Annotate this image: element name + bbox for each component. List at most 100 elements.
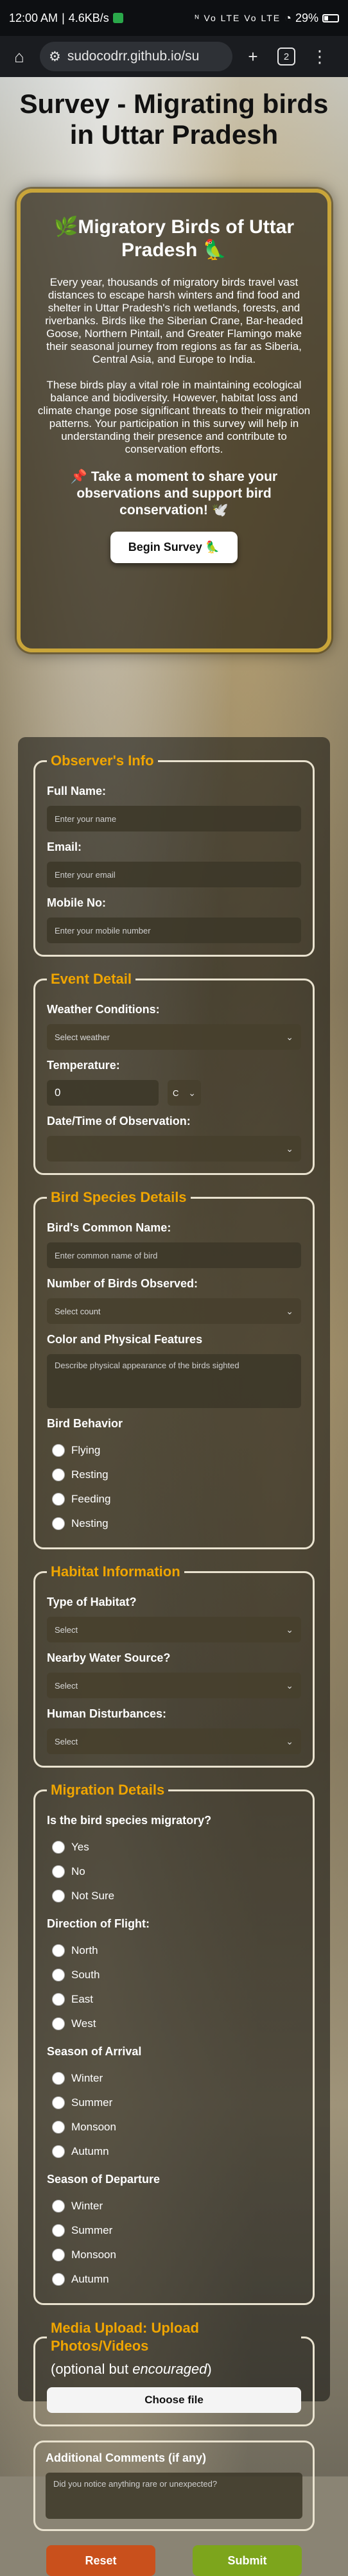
migratory-option[interactable]: Not Sure (52, 1884, 301, 1908)
tab-switcher-button[interactable]: 2 (274, 44, 299, 69)
checkbox[interactable] (52, 1517, 65, 1530)
radio[interactable] (52, 1890, 65, 1902)
radio[interactable] (52, 1841, 65, 1854)
email-input[interactable]: Enter your email (47, 862, 301, 887)
direction-option[interactable]: West (52, 2012, 301, 2036)
direction-option[interactable]: East (52, 1987, 301, 2012)
arrival-option[interactable]: Summer (52, 2091, 301, 2115)
color-features-textarea[interactable]: Describe physical appearance of the bird… (47, 1354, 301, 1408)
submit-button[interactable]: Submit (193, 2545, 302, 2576)
departure-option[interactable]: Summer (52, 2218, 301, 2243)
arrival-option[interactable]: Monsoon (52, 2115, 301, 2139)
checkbox[interactable] (52, 1444, 65, 1457)
more-vertical-icon[interactable]: ⋮ (307, 44, 333, 69)
status-bar: 12:00 AM | 4.6KB/s ᴺ Vo LTE Vo LTE ◔ 29% (0, 0, 348, 36)
event-detail-legend: Event Detail (51, 971, 132, 987)
species-details-section: Bird Species Details Bird's Common Name:… (33, 1189, 315, 1549)
url-text: sudocodrr.github.io/su (67, 49, 200, 64)
radio[interactable] (52, 2072, 65, 2085)
radio[interactable] (52, 2096, 65, 2109)
arrival-season-question: Season of Arrival (47, 2045, 142, 2058)
intro-title: 🌿Migratory Birds of Uttar Pradesh 🦜 (53, 216, 295, 261)
common-name-input[interactable]: Enter common name of bird (47, 1242, 301, 1268)
direction-option[interactable]: North (52, 1938, 301, 1963)
migratory-option[interactable]: Yes (52, 1835, 301, 1859)
comments-section: Additional Comments (if any) Did you not… (33, 2441, 315, 2531)
habitat-legend: Habitat Information (51, 1563, 180, 1580)
chevron-down-icon: ⌄ (286, 1143, 293, 1154)
plus-icon[interactable]: + (240, 44, 266, 69)
bird-count-label: Number of Birds Observed: (47, 1277, 198, 1290)
weather-label: Weather Conditions: (47, 1003, 160, 1016)
behavior-label: Bird Behavior (47, 1417, 123, 1430)
radio[interactable] (52, 2249, 65, 2261)
behavior-option[interactable]: Resting (52, 1463, 301, 1487)
habitat-section: Habitat Information Type of Habitat? Sel… (33, 1563, 315, 1768)
radio[interactable] (52, 2145, 65, 2158)
arrival-option[interactable]: Winter (52, 2066, 301, 2091)
temperature-unit-select[interactable]: C ⌄ (168, 1080, 201, 1106)
radio[interactable] (52, 2017, 65, 2030)
checkbox[interactable] (52, 1493, 65, 1506)
mobile-input[interactable]: Enter your mobile number (47, 918, 301, 943)
habitat-type-select[interactable]: Select ⌄ (47, 1617, 301, 1642)
disturbance-label: Human Disturbances: (47, 1707, 167, 1720)
habitat-type-label: Type of Habitat? (47, 1596, 137, 1608)
chevron-down-icon: ⌄ (286, 1736, 293, 1746)
intro-paragraph-1: Every year, thousands of migratory birds… (45, 276, 303, 365)
form-actions: Reset Submit (33, 2545, 315, 2576)
radio[interactable] (52, 1865, 65, 1878)
radio[interactable] (52, 1969, 65, 1981)
direction-question: Direction of Flight: (47, 1917, 150, 1930)
behavior-option[interactable]: Feeding (52, 1487, 301, 1511)
behavior-option[interactable]: Flying (52, 1438, 301, 1463)
status-time: 12:00 AM (9, 11, 58, 24)
radio[interactable] (52, 2121, 65, 2134)
comments-textarea[interactable]: Did you notice anything rare or unexpect… (46, 2473, 302, 2519)
radio[interactable] (52, 2224, 65, 2237)
weather-select[interactable]: Select weather ⌄ (47, 1024, 301, 1050)
temperature-unit-value: C (173, 1088, 179, 1098)
weather-select-value: Select weather (55, 1032, 110, 1042)
behavior-option[interactable]: Nesting (52, 1511, 301, 1536)
app-notification-icon (112, 13, 123, 23)
intro-paragraph-2: These birds play a vital role in maintai… (37, 379, 311, 455)
arrival-option[interactable]: Autumn (52, 2139, 301, 2164)
signal-icon: ᴺ Vo LTE Vo LTE (195, 13, 281, 23)
migratory-question: Is the bird species migratory? (47, 1814, 212, 1827)
chevron-down-icon: ⌄ (286, 1305, 293, 1316)
chevron-down-icon: ⌄ (188, 1087, 196, 1098)
direction-option[interactable]: South (52, 1963, 301, 1987)
departure-option[interactable]: Monsoon (52, 2243, 301, 2267)
radio[interactable] (52, 2273, 65, 2286)
checkbox[interactable] (52, 1468, 65, 1481)
observer-info-section: Observer's Info Full Name: Enter your na… (33, 753, 315, 957)
departure-option[interactable]: Winter (52, 2194, 301, 2218)
chevron-down-icon: ⌄ (286, 1624, 293, 1635)
battery-label: 29% (295, 11, 318, 24)
chevron-down-icon: ⌄ (286, 1031, 293, 1042)
address-bar[interactable]: ⚙ sudocodrr.github.io/su (40, 42, 232, 71)
departure-option[interactable]: Autumn (52, 2267, 301, 2292)
browser-toolbar: ⌂ ⚙ sudocodrr.github.io/su + 2 ⋮ (0, 36, 348, 77)
datetime-label: Date/Time of Observation: (47, 1115, 191, 1127)
tab-count: 2 (277, 48, 295, 65)
radio[interactable] (52, 1993, 65, 2006)
home-icon[interactable]: ⌂ (6, 44, 32, 69)
water-source-select[interactable]: Select ⌄ (47, 1673, 301, 1698)
temperature-label: Temperature: (47, 1059, 120, 1072)
radio[interactable] (52, 2200, 65, 2213)
migratory-option[interactable]: No (52, 1859, 301, 1884)
datetime-input[interactable]: ⌄ (47, 1136, 301, 1162)
temperature-input[interactable]: 0 (47, 1080, 159, 1106)
choose-file-button[interactable]: Choose file (47, 2387, 301, 2413)
site-settings-icon[interactable]: ⚙ (49, 49, 61, 65)
full-name-input[interactable]: Enter your name (47, 806, 301, 831)
reset-button[interactable]: Reset (46, 2545, 155, 2576)
mobile-label: Mobile No: (47, 896, 106, 909)
bird-count-select[interactable]: Select count ⌄ (47, 1298, 301, 1324)
radio[interactable] (52, 1944, 65, 1957)
begin-survey-button[interactable]: Begin Survey 🦜 (110, 532, 238, 563)
media-upload-note: (optional but encouraged) (51, 2361, 212, 2377)
disturbance-select[interactable]: Select ⌄ (47, 1728, 301, 1754)
